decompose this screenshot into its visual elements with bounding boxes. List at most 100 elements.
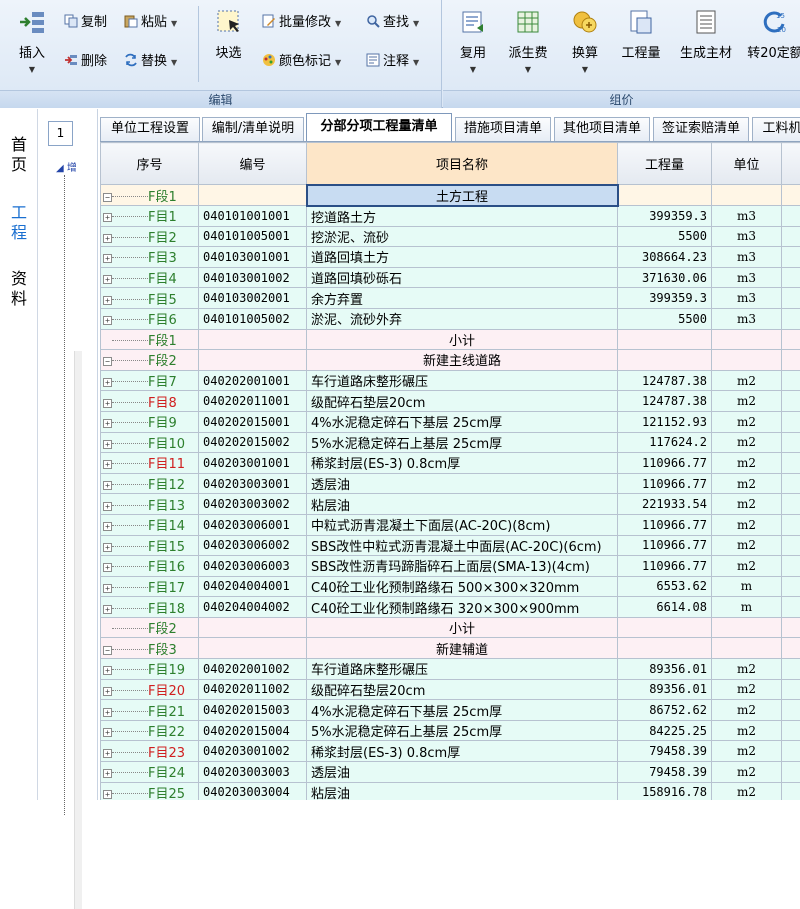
cell-seq[interactable]: +F目8 [101, 391, 199, 412]
cell-name[interactable]: C40砼工业化预制路缘石 320×300×900mm [307, 597, 618, 618]
cell-extra[interactable] [782, 370, 800, 391]
cell-code[interactable] [199, 329, 307, 350]
cell-quantity[interactable]: 221933.54 [618, 494, 712, 515]
cell-unit[interactable]: m2 [712, 535, 782, 556]
copy-button[interactable]: 复制 [64, 12, 107, 34]
expand-icon[interactable]: + [103, 605, 112, 614]
cell-unit[interactable]: m2 [712, 762, 782, 783]
cell-unit[interactable]: m3 [712, 288, 782, 309]
cell-code[interactable]: 040103001002 [199, 267, 307, 288]
cell-quantity[interactable]: 79458.39 [618, 762, 712, 783]
cell-name[interactable]: 挖道路土方 [307, 206, 618, 227]
cell-code[interactable]: 040203003001 [199, 473, 307, 494]
cell-name[interactable]: 粘层油 [307, 494, 618, 515]
cell-name[interactable]: 稀浆封层(ES-3) 0.8cm厚 [307, 453, 618, 474]
cell-name[interactable]: 4%水泥稳定碎石下基层 25cm厚 [307, 700, 618, 721]
cell-extra[interactable] [782, 659, 800, 680]
table-row[interactable]: +F目15040203006002SBS改性中粒式沥青混凝土中面层(AC-20C… [101, 535, 800, 556]
cell-code[interactable]: 040203006003 [199, 556, 307, 577]
cell-quantity[interactable]: 399359.3 [618, 288, 712, 309]
cell-code[interactable] [199, 638, 307, 659]
cell-code[interactable]: 040101005001 [199, 226, 307, 247]
cell-seq[interactable]: +F目22 [101, 720, 199, 741]
cell-name[interactable]: 车行道路床整形碾压 [307, 659, 618, 680]
section-row[interactable]: −F段2新建主线道路 [101, 350, 800, 371]
header-qty[interactable]: 工程量 [618, 143, 712, 185]
reuse-button[interactable]: 复用 ▼ [443, 6, 503, 82]
cell-name[interactable]: 透层油 [307, 473, 618, 494]
cell-extra[interactable] [782, 432, 800, 453]
cell-code[interactable]: 040202015004 [199, 720, 307, 741]
cell-seq[interactable]: +F目16 [101, 556, 199, 577]
nav-home[interactable]: 首页 [8, 135, 30, 175]
expand-icon[interactable]: + [103, 213, 112, 222]
table-row[interactable]: +F目23040203001002稀浆封层(ES-3) 0.8cm厚79458.… [101, 741, 800, 762]
cell-seq[interactable]: +F目11 [101, 453, 199, 474]
cell-extra[interactable] [782, 679, 800, 700]
cell-extra[interactable] [782, 288, 800, 309]
cell-name[interactable]: 5%水泥稳定碎石上基层 25cm厚 [307, 720, 618, 741]
cell-code[interactable]: 040203003002 [199, 494, 307, 515]
cell-code[interactable] [199, 617, 307, 638]
cell-quantity[interactable]: 110966.77 [618, 514, 712, 535]
insert-button[interactable]: 插入 ▼ [2, 6, 62, 82]
cell-quantity[interactable]: 5500 [618, 226, 712, 247]
cell-quantity[interactable]: 84225.25 [618, 720, 712, 741]
cell-quantity[interactable] [618, 329, 712, 350]
cell-extra[interactable] [782, 741, 800, 762]
cell-extra[interactable] [782, 391, 800, 412]
cell-seq[interactable]: +F目4 [101, 267, 199, 288]
cell-code[interactable] [199, 185, 307, 206]
expand-icon[interactable]: + [103, 584, 112, 593]
cell-extra[interactable] [782, 597, 800, 618]
header-name[interactable]: 项目名称 [307, 143, 618, 185]
table-row[interactable]: +F目3040103001001道路回填土方308664.23m3 [101, 247, 800, 268]
table-row[interactable]: +F目18040204004002C40砼工业化预制路缘石 320×300×90… [101, 597, 800, 618]
tree-scrollbar[interactable] [74, 351, 82, 909]
cell-unit[interactable]: m2 [712, 741, 782, 762]
cell-unit[interactable]: m2 [712, 679, 782, 700]
convert-to-20-button[interactable]: 1520 转20定额 [745, 6, 800, 82]
paste-button[interactable]: 粘贴▼ [124, 12, 177, 34]
cell-extra[interactable] [782, 206, 800, 227]
expand-icon[interactable]: + [103, 728, 112, 737]
cell-extra[interactable] [782, 535, 800, 556]
cell-quantity[interactable]: 5500 [618, 308, 712, 329]
cell-unit[interactable]: m2 [712, 432, 782, 453]
cell-seq[interactable]: +F目3 [101, 247, 199, 268]
section-row[interactable]: −F段3新建辅道 [101, 638, 800, 659]
table-row[interactable]: +F目210402020150034%水泥稳定碎石下基层 25cm厚86752.… [101, 700, 800, 721]
cell-name[interactable]: SBS改性中粒式沥青混凝土中面层(AC-20C)(6cm) [307, 535, 618, 556]
cell-seq[interactable]: F段2 [101, 617, 199, 638]
cell-extra[interactable] [782, 762, 800, 783]
cell-code[interactable]: 040203001002 [199, 741, 307, 762]
cell-code[interactable]: 040203003004 [199, 782, 307, 800]
cell-extra[interactable] [782, 329, 800, 350]
cell-code[interactable]: 040204004001 [199, 576, 307, 597]
tab-quantity-bill[interactable]: 分部分项工程量清单 [306, 113, 452, 141]
table-row[interactable]: +F目1040101001001挖道路土方399359.3m3 [101, 206, 800, 227]
table-row[interactable]: +F目25040203003004粘层油158916.78m2 [101, 782, 800, 800]
cell-code[interactable]: 040202011001 [199, 391, 307, 412]
expand-icon[interactable]: + [103, 687, 112, 696]
cell-unit[interactable]: m2 [712, 453, 782, 474]
cell-unit[interactable]: m [712, 576, 782, 597]
cell-seq[interactable]: +F目24 [101, 762, 199, 783]
expand-icon[interactable]: + [103, 666, 112, 675]
cell-extra[interactable] [782, 514, 800, 535]
tab-bill-notes[interactable]: 编制/清单说明 [202, 117, 304, 141]
cell-seq[interactable]: +F目19 [101, 659, 199, 680]
cell-code[interactable]: 040202015001 [199, 411, 307, 432]
cell-seq[interactable]: +F目21 [101, 700, 199, 721]
cell-unit[interactable]: m2 [712, 473, 782, 494]
cell-unit[interactable]: m [712, 597, 782, 618]
table-row[interactable]: +F目4040103001002道路回填砂砾石371630.06m3 [101, 267, 800, 288]
cell-code[interactable]: 040202015003 [199, 700, 307, 721]
cell-code[interactable]: 040202001001 [199, 370, 307, 391]
cell-code[interactable]: 040101005002 [199, 308, 307, 329]
cell-code[interactable]: 040203003003 [199, 762, 307, 783]
expand-icon[interactable]: + [103, 563, 112, 572]
cell-name[interactable]: 级配碎石垫层20cm [307, 679, 618, 700]
cell-unit[interactable] [712, 638, 782, 659]
cell-quantity[interactable]: 79458.39 [618, 741, 712, 762]
